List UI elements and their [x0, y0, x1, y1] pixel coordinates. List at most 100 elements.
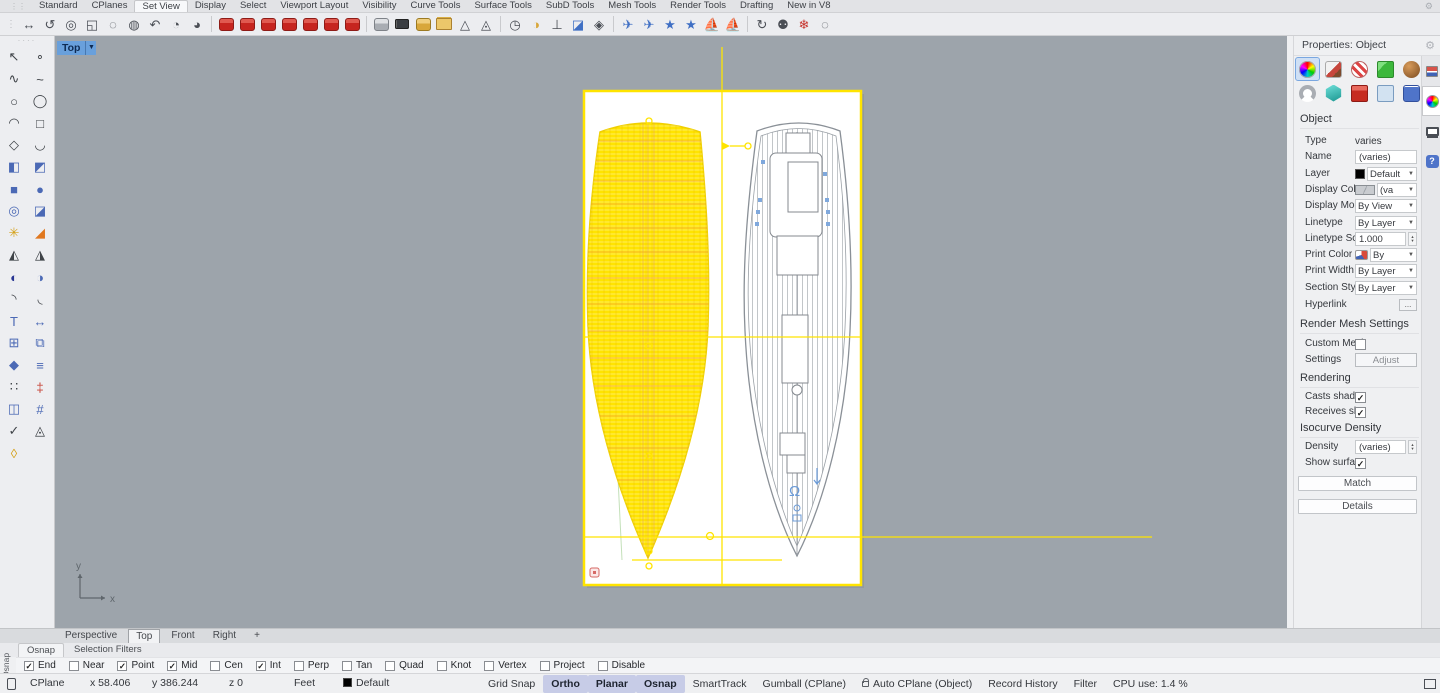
status-toggle[interactable]: Osnap	[636, 675, 685, 693]
status-toggle[interactable]: CPU use: 1.4 %	[1105, 675, 1196, 693]
osnap-checkbox[interactable]	[167, 661, 177, 671]
linetype-scale-spinner[interactable]: ▴▾	[1408, 232, 1417, 246]
toolbar-separator[interactable]	[497, 14, 504, 34]
details-button[interactable]: Details	[1298, 499, 1417, 514]
menu-tab[interactable]: New in V8	[780, 0, 837, 12]
point-edit-icon[interactable]: #	[29, 399, 51, 419]
new-viewport-tab[interactable]: +	[247, 629, 267, 643]
osnap-item[interactable]: Disable	[598, 660, 645, 671]
menu-tab[interactable]: Drafting	[733, 0, 780, 12]
menu-tab[interactable]: SubD Tools	[539, 0, 601, 12]
pipe-icon[interactable]: ‡	[29, 377, 51, 397]
status-toggle[interactable]: Filter	[1066, 675, 1105, 693]
menu-tab[interactable]: Curve Tools	[403, 0, 467, 12]
osnap-checkbox[interactable]	[385, 661, 395, 671]
osnap-checkbox[interactable]	[210, 661, 220, 671]
status-left-icon[interactable]	[7, 678, 16, 690]
menu-tab[interactable]: Display	[188, 0, 233, 12]
split-icon[interactable]: ◮	[29, 245, 51, 265]
sphere-icon[interactable]: ●	[29, 179, 51, 199]
osnap-checkbox[interactable]	[294, 661, 304, 671]
osnap-checkbox[interactable]	[598, 661, 608, 671]
osnap-checkbox[interactable]	[256, 661, 266, 671]
handle-curve-icon[interactable]: ~	[29, 69, 51, 89]
explode-icon[interactable]: ✳	[3, 223, 25, 243]
object-color-icon[interactable]	[1296, 58, 1319, 80]
extend-icon[interactable]: ◢	[29, 223, 51, 243]
signal-pole-icon[interactable]: ⊥	[547, 14, 567, 34]
properties-tab-icon[interactable]	[1422, 86, 1440, 116]
osnap-checkbox[interactable]	[24, 661, 34, 671]
solid-edit-icon[interactable]: ◆	[3, 355, 25, 375]
adjust-button[interactable]: Adjust	[1355, 353, 1417, 367]
surface-icon[interactable]: ◧	[3, 157, 25, 177]
boolean-union-icon[interactable]: ◐	[3, 267, 25, 287]
chamfer-icon[interactable]: ◟	[29, 289, 51, 309]
primitives-icon[interactable]: ◬	[29, 421, 51, 441]
thickness-icon[interactable]	[1322, 82, 1345, 104]
osnap-checkbox[interactable]	[69, 661, 79, 671]
compass-icon[interactable]: ◑	[526, 14, 546, 34]
status-toggle[interactable]: SmartTrack	[685, 675, 755, 693]
isocurve-layers-icon[interactable]	[1400, 82, 1423, 104]
units-readout[interactable]: Feet	[294, 674, 315, 693]
bounding-box-icon[interactable]	[1348, 82, 1371, 104]
environment-sphere-icon[interactable]	[1400, 58, 1423, 80]
perspective-tab[interactable]: Perspective	[58, 629, 124, 643]
menu-tab[interactable]: Visibility	[355, 0, 403, 12]
road-icon[interactable]	[237, 14, 257, 34]
osnap-item[interactable]: Project	[540, 660, 585, 671]
clock-dotted-icon[interactable]: ◌	[815, 14, 835, 34]
boolean-difference-icon[interactable]: ◑	[29, 267, 51, 287]
density-spinner[interactable]: ▴▾	[1408, 440, 1417, 454]
car-side2-icon[interactable]	[300, 14, 320, 34]
status-toggle[interactable]: Auto CPlane (Object)	[854, 675, 980, 693]
array-icon[interactable]: ≡	[29, 355, 51, 375]
right-tab[interactable]: Right	[206, 629, 243, 643]
current-layer[interactable]: Default	[343, 674, 389, 693]
print-color-dropdown[interactable]: By▼	[1370, 248, 1417, 262]
pan-view-icon[interactable]: ↔	[19, 14, 39, 34]
menu-tab[interactable]: Render Tools	[663, 0, 733, 12]
osnap-item[interactable]: Point	[117, 660, 154, 671]
camera-icon[interactable]	[392, 14, 412, 34]
osnap-item[interactable]: End	[24, 660, 56, 671]
streetlamp2-icon[interactable]: ◬	[476, 14, 496, 34]
menu-tab[interactable]: CPlanes	[85, 0, 135, 12]
dimension-icon[interactable]: ↔	[29, 311, 51, 331]
plane-star2-icon[interactable]: ★	[681, 14, 701, 34]
material-brush-icon[interactable]	[1322, 58, 1345, 80]
rotate-360-icon[interactable]: ↻	[752, 14, 772, 34]
menu-tab[interactable]: Viewport Layout	[273, 0, 355, 12]
convertible-car-icon[interactable]	[371, 14, 391, 34]
menu-tab[interactable]: Select	[233, 0, 273, 12]
osnap-checkbox[interactable]	[342, 661, 352, 671]
map-sheets-icon[interactable]: ◪	[568, 14, 588, 34]
status-toggle[interactable]: Planar	[588, 675, 636, 693]
status-toggle[interactable]: Ortho	[543, 675, 588, 693]
status-panel-icon[interactable]	[1424, 679, 1436, 689]
linetype-dropdown[interactable]: By Layer▼	[1355, 216, 1417, 230]
layer-dropdown[interactable]: Default▼	[1367, 167, 1417, 181]
plane-up2-icon[interactable]: ✈	[639, 14, 659, 34]
zoom-target-icon[interactable]: ◍	[124, 14, 144, 34]
snowflake-icon[interactable]: ❄	[794, 14, 814, 34]
viewport-canvas[interactable]: Ω y x	[55, 36, 1287, 628]
traffic-light-icon[interactable]	[216, 14, 236, 34]
streetlamp-icon[interactable]: △	[455, 14, 475, 34]
hyperlink-button[interactable]: ...	[1399, 299, 1417, 311]
group-icon[interactable]: ⊞	[3, 333, 25, 353]
menu-tab[interactable]: Mesh Tools	[601, 0, 663, 12]
match-button[interactable]: Match	[1298, 476, 1417, 491]
zoom-window-icon[interactable]: ◱	[82, 14, 102, 34]
curvature-icon[interactable]	[1296, 82, 1319, 104]
help-tab-icon[interactable]: ?	[1422, 146, 1440, 176]
toolbar-separator[interactable]	[610, 14, 617, 34]
torus-icon[interactable]: ◎	[3, 201, 25, 221]
cplane-menu[interactable]: CPlane	[30, 674, 64, 693]
osnap-item[interactable]: Cen	[210, 660, 242, 671]
paint-drop-icon[interactable]: ◊	[3, 443, 25, 463]
viewport-title-dropdown-icon[interactable]: ▼	[85, 41, 96, 55]
display-mode-dropdown[interactable]: By View▼	[1355, 199, 1417, 213]
osnap-item[interactable]: Knot	[437, 660, 472, 671]
